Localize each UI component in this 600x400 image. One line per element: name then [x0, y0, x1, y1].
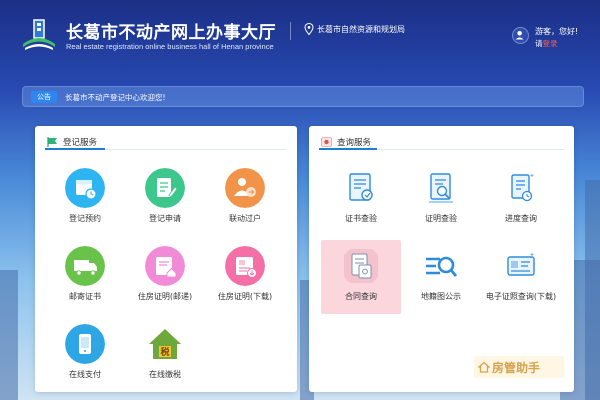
tile-label: 证书查验 — [345, 214, 377, 223]
tile-online-tax[interactable]: 税 在线缴税 — [125, 318, 205, 392]
user-transfer-icon — [225, 168, 265, 208]
house-certificate-download-icon — [225, 246, 265, 286]
svg-text:税: 税 — [160, 346, 169, 358]
login-prompt: 请登录 — [535, 38, 558, 49]
online-payment-icon — [65, 324, 105, 364]
calendar-clock-icon — [65, 168, 105, 208]
registration-panel: 登记服务 登记预约 登记申请 联动过户 邮寄证书 住房证明(邮递) 住房证明(下… — [35, 126, 297, 392]
tile-label: 合同查询 — [345, 292, 377, 301]
login-link[interactable]: 登录 — [543, 39, 558, 48]
tile-progress-query[interactable]: 进度查询 — [481, 162, 561, 236]
query-badge-icon — [321, 137, 332, 147]
tile-label: 登记预约 — [69, 214, 101, 223]
tile-appointment[interactable]: 登记预约 — [45, 162, 125, 236]
tile-proof-verify[interactable]: 证明查验 — [401, 162, 481, 236]
progress-document-icon — [511, 174, 534, 202]
flag-icon — [47, 137, 57, 147]
contract-query-icon — [344, 249, 378, 283]
delivery-truck-icon — [65, 246, 105, 286]
tile-label: 住房证明(下载) — [217, 292, 273, 301]
registration-underline — [45, 148, 105, 150]
notice-text[interactable]: 长葛市不动产登记中心欢迎您! — [65, 92, 166, 103]
tile-label: 在线支付 — [69, 370, 101, 379]
tile-online-payment[interactable]: 在线支付 — [45, 318, 125, 392]
certificate-verify-icon — [349, 173, 373, 201]
query-title: 查询服务 — [337, 138, 372, 148]
header-divider — [290, 22, 291, 40]
tile-certificate-verify[interactable]: 证书查验 — [321, 162, 401, 236]
tile-contract-query[interactable]: 合同查询 — [321, 240, 401, 314]
tile-cadastral-map[interactable]: 地籍图公示 — [401, 240, 481, 314]
watermark: 房管助手 — [474, 356, 564, 378]
site-logo-icon — [23, 19, 55, 50]
notice-tag: 公告 — [31, 91, 57, 103]
tile-label: 联动过户 — [229, 214, 261, 223]
tax-house-icon: 税 — [147, 326, 183, 362]
tile-label: 证明查验 — [425, 214, 457, 223]
tile-label: 邮寄证书 — [69, 292, 101, 301]
site-title: 长葛市不动产网上办事大厅 — [66, 23, 276, 43]
guest-greeting: 游客，您好! — [535, 27, 579, 36]
registration-title: 登记服务 — [63, 138, 98, 148]
house-logo-icon — [478, 361, 490, 373]
tile-housing-proof-download[interactable]: 住房证明(下载) — [205, 240, 285, 314]
watermark-text: 房管助手 — [492, 361, 541, 375]
query-header: 查询服务 — [319, 136, 564, 150]
form-edit-icon — [145, 168, 185, 208]
header: 长葛市不动产网上办事大厅 Real estate registration on… — [0, 0, 600, 66]
tile-mail-certificate[interactable]: 邮寄证书 — [45, 240, 125, 314]
login-prefix: 请 — [535, 39, 543, 48]
query-underline — [319, 148, 377, 150]
tile-application[interactable]: 登记申请 — [125, 162, 205, 236]
agency-name: 长葛市自然资源和规划局 — [317, 25, 405, 34]
tile-e-license-query[interactable]: 电子证照查询(下载) — [481, 240, 561, 314]
tile-label: 电子证照查询(下载) — [485, 292, 557, 301]
map-search-icon — [426, 256, 458, 277]
user-icon — [515, 31, 524, 40]
registration-header: 登记服务 — [45, 136, 287, 150]
e-license-card-icon — [507, 253, 535, 276]
document-search-icon — [429, 173, 453, 203]
site-subtitle: Real estate registration online business… — [66, 42, 274, 51]
tile-label: 在线缴税 — [149, 370, 181, 379]
tile-label: 登记申请 — [149, 214, 181, 223]
tile-label: 住房证明(邮递) — [137, 292, 193, 301]
tile-housing-proof-mail[interactable]: 住房证明(邮递) — [125, 240, 205, 314]
tile-transfer[interactable]: 联动过户 — [205, 162, 285, 236]
query-panel: 查询服务 证书查验 证明查验 进度查询 合同查询 地籍图公示 电子证照查询(下载… — [309, 126, 574, 392]
notice-bar: 公告 长葛市不动产登记中心欢迎您! — [22, 86, 584, 107]
house-certificate-mail-icon — [145, 246, 185, 286]
location-pin-icon — [304, 23, 314, 35]
user-avatar[interactable] — [512, 27, 529, 44]
tile-label: 地籍图公示 — [421, 292, 461, 301]
tile-label: 进度查询 — [505, 214, 537, 223]
